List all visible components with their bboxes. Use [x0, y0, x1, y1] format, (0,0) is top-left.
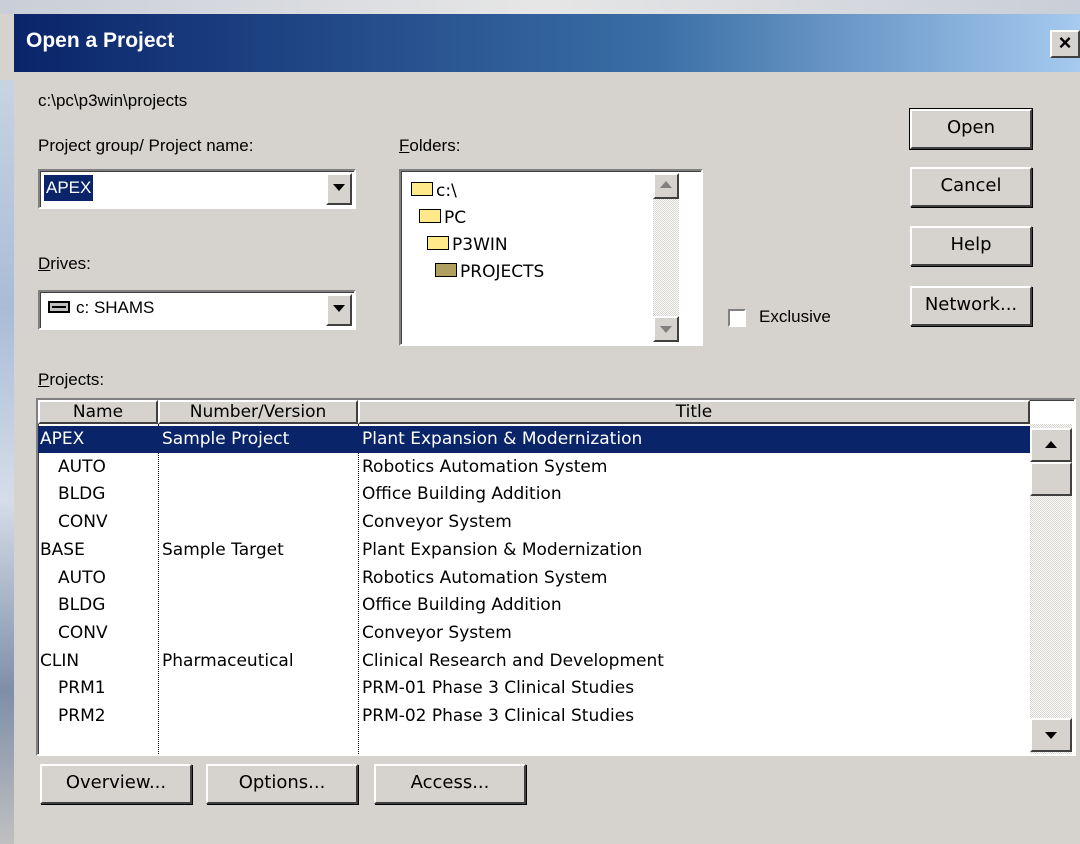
open-folder-icon: [427, 236, 449, 250]
scroll-down-icon: [660, 326, 672, 333]
folder-item-pc[interactable]: PC: [419, 208, 466, 228]
drives-label: Drives:: [38, 254, 91, 273]
desktop-background-left: [0, 80, 14, 844]
drive-icon: [48, 300, 70, 313]
access-button[interactable]: Access...: [374, 764, 526, 804]
open-folder-icon: [419, 209, 441, 223]
table-row[interactable]: PRM2 PRM-02 Phase 3 Clinical Studies: [38, 703, 1030, 730]
table-row[interactable]: AUTO Robotics Automation System: [38, 454, 1030, 481]
table-row[interactable]: APEX Sample Project Plant Expansion & Mode…: [38, 426, 1030, 453]
cell-title: Conveyor System: [362, 622, 512, 643]
open-project-dialog: Open a Project × c:\pc\p3win\projects Pr…: [14, 14, 1080, 844]
cell-title: Office Building Addition: [362, 595, 562, 616]
scroll-up-icon: [1045, 441, 1057, 448]
table-row[interactable]: BLDG Office Building Addition: [38, 592, 1030, 619]
network-button[interactable]: Network...: [910, 286, 1032, 326]
closed-folder-icon: [435, 263, 457, 277]
cell-name: APEX: [40, 429, 85, 449]
cell-title: PRM-01 Phase 3 Clinical Studies: [362, 678, 635, 699]
scroll-up-icon: [660, 181, 672, 188]
folders-scroll-up[interactable]: [653, 173, 679, 199]
table-row[interactable]: AUTO Robotics Automation System: [38, 565, 1030, 592]
current-path: c:\pc\p3win\projects: [38, 91, 188, 110]
cell-title: PRM-02 Phase 3 Clinical Studies: [362, 706, 635, 726]
table-row[interactable]: CONV Conveyor System: [38, 509, 1030, 536]
drives-value: c: SHAMS: [48, 298, 154, 318]
projects-scroll-up[interactable]: [1030, 428, 1072, 462]
project-group-label: Project group/ Project name:: [38, 136, 254, 155]
drives-combobox[interactable]: c: SHAMS: [38, 290, 356, 330]
open-folder-icon: [411, 182, 433, 196]
column-header-name[interactable]: Name: [38, 400, 158, 424]
drives-dropdown-button[interactable]: [326, 294, 352, 326]
projects-label: Projects:: [38, 370, 105, 389]
folders-list[interactable]: c:\ PC P3WIN PROJECTS: [399, 169, 703, 346]
cell-name: CLIN: [40, 650, 80, 671]
cell-title: Plant Expansion & Modernization: [362, 539, 643, 560]
cell-title: Robotics Automation System: [362, 456, 608, 477]
cell-title: Clinical Research and Development: [362, 650, 664, 671]
projects-table[interactable]: Name Number/Version Title APEX Sample Pro…: [36, 398, 1076, 756]
table-row[interactable]: BASE Sample Target Plant Expansion & Moder…: [38, 537, 1030, 564]
folders-label: Folders:: [399, 136, 461, 155]
title-bar[interactable]: Open a Project ×: [14, 14, 1080, 72]
folder-item-root[interactable]: c:\: [411, 181, 457, 201]
folder-item-p3win[interactable]: P3WIN: [427, 235, 508, 255]
cell-name: AUTO: [58, 456, 106, 477]
folders-scroll-down[interactable]: [653, 316, 679, 342]
cell-name: CONV: [58, 622, 108, 643]
project-group-combobox[interactable]: APEX: [38, 169, 356, 209]
help-button[interactable]: Help: [910, 226, 1032, 266]
projects-scroll-thumb[interactable]: [1030, 462, 1072, 496]
cell-title: Conveyor System: [362, 512, 512, 533]
cancel-button[interactable]: Cancel: [910, 167, 1032, 207]
cell-version: Sample Project: [162, 429, 290, 449]
cell-name: PRM1: [58, 678, 106, 699]
table-row[interactable]: PRM1 PRM-01 Phase 3 Clinical Studies: [38, 675, 1030, 702]
table-row[interactable]: CLIN Pharmaceutical Clinical Research and …: [38, 648, 1030, 675]
cell-name: PRM2: [58, 706, 106, 726]
cell-name: BASE: [40, 539, 85, 560]
desktop-background-top: [0, 0, 1080, 14]
cell-title: Robotics Automation System: [362, 567, 608, 588]
scroll-down-icon: [1045, 732, 1057, 739]
chevron-down-icon: [333, 184, 345, 191]
open-button[interactable]: Open: [909, 108, 1033, 150]
cell-version: Pharmaceutical: [162, 650, 294, 671]
window-title: Open a Project: [26, 29, 175, 52]
folder-item-projects[interactable]: PROJECTS: [435, 262, 544, 282]
table-row[interactable]: CONV Conveyor System: [38, 620, 1030, 647]
close-button[interactable]: ×: [1050, 30, 1080, 58]
cell-name: BLDG: [58, 595, 106, 616]
cell-name: CONV: [58, 512, 108, 533]
project-group-value: APEX: [44, 175, 94, 201]
chevron-down-icon: [333, 305, 345, 312]
column-header-title[interactable]: Title: [358, 400, 1030, 424]
exclusive-label: Exclusive: [759, 307, 831, 326]
cell-title: Plant Expansion & Modernization: [362, 429, 643, 449]
cell-name: BLDG: [58, 484, 106, 505]
close-icon: ×: [1058, 30, 1072, 55]
project-group-dropdown-button[interactable]: [326, 173, 352, 205]
exclusive-checkbox[interactable]: [728, 309, 746, 327]
cell-version: Sample Target: [162, 539, 284, 560]
options-button[interactable]: Options...: [206, 764, 358, 804]
cell-title: Office Building Addition: [362, 484, 562, 505]
column-header-version[interactable]: Number/Version: [158, 400, 358, 424]
projects-scroll-down[interactable]: [1030, 718, 1072, 752]
table-row[interactable]: BLDG Office Building Addition: [38, 481, 1030, 508]
cell-name: AUTO: [58, 567, 106, 588]
overview-button[interactable]: Overview...: [40, 764, 192, 804]
